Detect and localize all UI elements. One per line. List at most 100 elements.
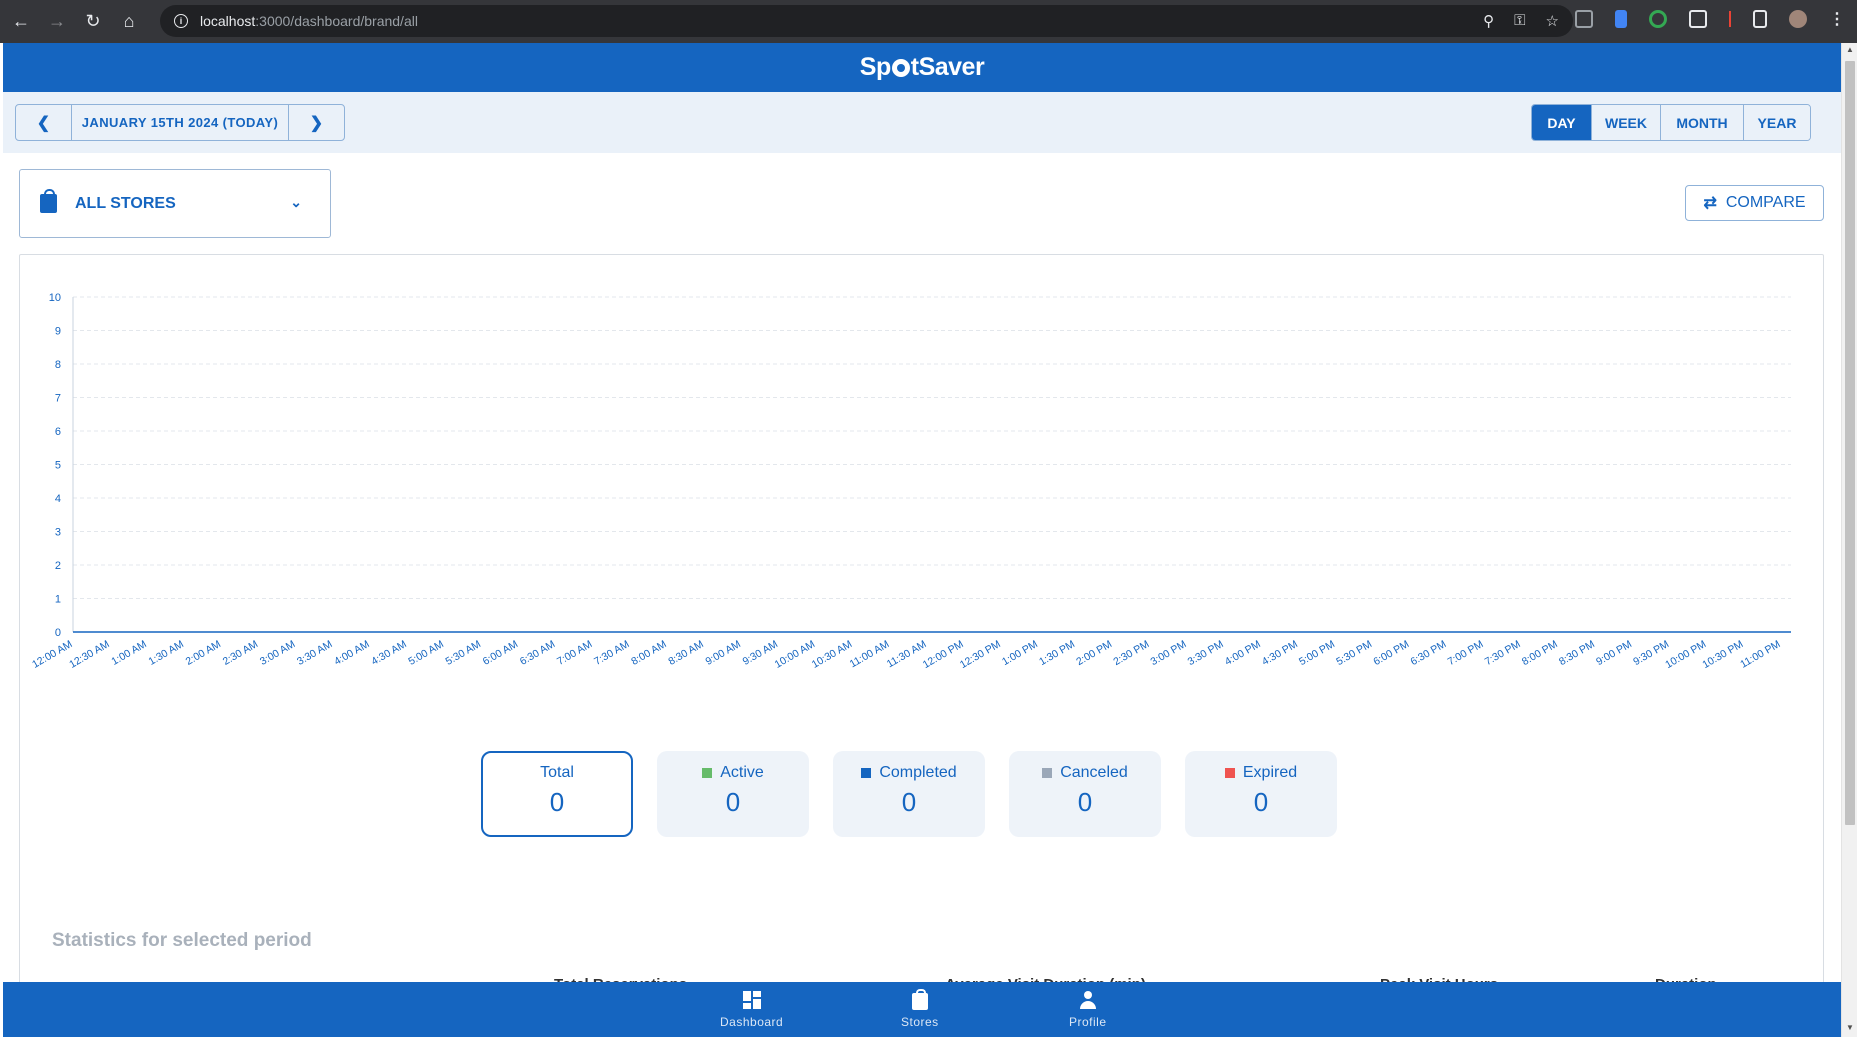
x-tick-label: 10:30 AM: [810, 638, 854, 671]
x-tick-label: 6:00 AM: [481, 638, 520, 668]
scroll-thumb[interactable]: [1845, 61, 1855, 825]
bottom-navigation: Dashboard Stores Profile: [3, 982, 1841, 1037]
card-value: 0: [1077, 787, 1093, 817]
nav-label: Stores: [901, 1015, 939, 1029]
x-tick-label: 2:00 AM: [184, 638, 223, 668]
key-icon[interactable]: ⚿: [1514, 12, 1525, 30]
compare-button-label: COMPARE: [1725, 194, 1806, 211]
y-tick-label: 1: [55, 594, 61, 606]
period-week-button[interactable]: WEEK: [1591, 105, 1660, 140]
x-tick-label: 10:00 PM: [1663, 638, 1708, 671]
location-pin-icon: [891, 59, 910, 77]
puzzle-icon[interactable]: [1689, 10, 1707, 28]
home-icon[interactable]: ⌂: [114, 7, 144, 37]
x-tick-label: 9:00 PM: [1594, 638, 1634, 668]
chevron-right-icon: ❯: [309, 114, 324, 132]
y-tick-label: 9: [55, 326, 61, 338]
x-tick-label: 1:30 PM: [1037, 638, 1077, 668]
x-tick-label: 10:00 AM: [773, 638, 817, 671]
previous-date-button[interactable]: ❮: [16, 105, 71, 140]
star-icon[interactable]: ☆: [1546, 12, 1559, 30]
expired-card[interactable]: Expired 0: [1185, 751, 1337, 837]
chart-panel: 0 1 2 3 4 5 6 7 8 9 10 12:00 AM 12:30 AM 1:00 AM 1:30 …: [19, 254, 1824, 1037]
legend-swatch: [1224, 768, 1235, 778]
menu-icon[interactable]: ⋮: [1829, 9, 1845, 29]
y-tick-label: 5: [55, 460, 61, 472]
card-value: 0: [1253, 787, 1269, 817]
store-select-value: ALL STORES: [75, 194, 176, 212]
card-label: Canceled: [1060, 764, 1128, 781]
back-icon[interactable]: ←: [6, 7, 36, 37]
status-cards: Total 0 Active 0 Completed 0 Canceled 0 …: [481, 751, 1337, 837]
extension-icon[interactable]: [1575, 10, 1593, 28]
card-label: Expired: [1242, 764, 1298, 781]
x-tick-label: 7:30 PM: [1483, 638, 1523, 668]
person-icon: [1078, 990, 1098, 1010]
x-tick-label: 1:00 AM: [109, 638, 148, 668]
y-tick-label: 0: [55, 627, 61, 639]
legend-swatch: [861, 768, 872, 778]
store-select[interactable]: ALL STORES ⌄: [19, 169, 331, 238]
date-navigator: ❮ JANUARY 15TH 2024 (TODAY) ❯: [15, 104, 345, 141]
scroll-up-icon[interactable]: ▲: [1846, 45, 1854, 54]
reload-icon[interactable]: ↻: [78, 7, 108, 37]
x-tick-label: 11:00 AM: [848, 638, 892, 670]
side-panel-icon[interactable]: [1753, 10, 1767, 28]
page-scrollbar[interactable]: ▲ ▼: [1841, 43, 1857, 1037]
completed-card[interactable]: Completed 0: [833, 751, 985, 837]
y-tick-label: 6: [55, 426, 61, 438]
nav-stores[interactable]: Stores: [901, 989, 939, 1029]
forward-icon[interactable]: →: [42, 7, 72, 37]
x-tick-label: 6:00 PM: [1371, 638, 1411, 668]
x-tick-label: 4:30 AM: [369, 638, 408, 668]
x-tick-label: 7:00 AM: [555, 638, 594, 668]
x-tick-label: 5:00 AM: [406, 638, 445, 668]
y-tick-label: 10: [49, 292, 61, 304]
period-day-button[interactable]: DAY: [1532, 105, 1591, 140]
extension-icon[interactable]: [1615, 10, 1627, 28]
compare-button[interactable]: ⇄ COMPARE: [1685, 185, 1824, 221]
x-tick-label: 4:00 PM: [1223, 638, 1263, 668]
x-tick-label: 3:30 AM: [295, 638, 334, 668]
x-tick-label: 6:30 AM: [518, 638, 557, 668]
nav-label: Dashboard: [720, 1015, 784, 1029]
x-tick-label: 4:30 PM: [1260, 638, 1300, 668]
statistics-title: Statistics for selected period: [52, 930, 312, 951]
reservations-chart: 01234567891012:00 AM12:30 AM1:00 AM1:30 …: [30, 292, 1791, 671]
location-icon[interactable]: ⚲: [1483, 12, 1494, 30]
x-tick-label: 9:00 AM: [703, 638, 742, 668]
shopping-bag-icon: [40, 189, 57, 213]
chevron-left-icon: ❮: [36, 114, 51, 132]
x-tick-label: 5:00 PM: [1297, 638, 1337, 668]
nav-profile[interactable]: Profile: [1069, 990, 1107, 1029]
avatar[interactable]: [1789, 10, 1807, 28]
nav-dashboard[interactable]: Dashboard: [720, 990, 783, 1029]
period-month-button[interactable]: MONTH: [1660, 105, 1743, 140]
current-date-label[interactable]: JANUARY 15TH 2024 (TODAY): [71, 105, 289, 140]
total-card[interactable]: Total 0: [481, 751, 633, 837]
active-card[interactable]: Active 0: [657, 751, 809, 837]
x-tick-label: 8:00 AM: [629, 638, 668, 668]
x-tick-label: 6:30 PM: [1408, 638, 1448, 668]
x-tick-label: 12:30 AM: [67, 638, 111, 671]
x-tick-label: 7:30 AM: [592, 638, 631, 668]
period-year-button[interactable]: YEAR: [1743, 105, 1810, 140]
address-bar[interactable]: i localhost:3000/dashboard/brand/all ⚲ ⚿…: [160, 5, 1573, 37]
x-tick-label: 1:30 AM: [147, 638, 186, 668]
scroll-down-icon[interactable]: ▼: [1846, 1023, 1854, 1032]
compare-arrows-icon: ⇄: [1703, 195, 1717, 212]
legend-swatch: [702, 768, 713, 778]
app-logo[interactable]: Sp tSaver: [860, 53, 985, 82]
x-tick-label: 2:30 PM: [1111, 638, 1151, 668]
url-text[interactable]: localhost:3000/dashboard/brand/all: [200, 13, 418, 29]
x-tick-label: 5:30 PM: [1334, 638, 1374, 668]
site-info-icon[interactable]: i: [174, 14, 188, 28]
x-tick-label: 3:00 AM: [258, 638, 297, 668]
next-date-button[interactable]: ❯: [289, 105, 344, 140]
y-tick-label: 2: [55, 560, 61, 572]
x-tick-label: 1:00 PM: [1000, 638, 1040, 668]
extension-icon[interactable]: [1649, 10, 1667, 28]
canceled-card[interactable]: Canceled 0: [1009, 751, 1161, 837]
x-tick-label: 12:00 AM: [30, 638, 74, 671]
y-tick-label: 3: [55, 527, 61, 539]
